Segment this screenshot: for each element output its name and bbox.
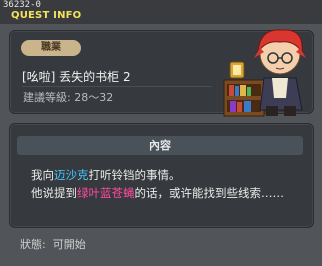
window-title: QUEST INFO — [11, 10, 82, 21]
summary-divider — [22, 86, 212, 87]
status-value: 可開始 — [52, 238, 86, 251]
quest-id: 36232-0 — [3, 0, 41, 10]
desc-text: 打听铃铛的事情。 — [88, 168, 181, 182]
quest-recommended-level: 建議等級: 28～32 — [23, 91, 114, 104]
quest-status: 狀態: 可開始 — [20, 238, 86, 251]
content-section-header: 內容 — [17, 136, 303, 155]
monster-name-highlight[interactable]: 绿叶蓝苍蝇 — [77, 186, 135, 200]
quest-name: [吆啦] 丢失的书柜 2 — [22, 70, 131, 84]
desc-text: 的话，或许能找到些线索…… — [134, 186, 285, 200]
desc-text: 我向 — [31, 168, 54, 182]
status-label: 狀態: — [20, 238, 46, 251]
npc-character-portrait — [223, 29, 306, 117]
npc-name-highlight[interactable]: 迈沙克 — [54, 168, 89, 182]
quest-info-window: 36232-0 QUEST INFO 職業 [吆啦] 丢失的书柜 2 建議等級:… — [0, 0, 322, 266]
quest-category-badge: 職業 — [21, 40, 81, 56]
quest-description-line-1: 我向迈沙克打听铃铛的事情。 — [31, 168, 181, 182]
desc-text: 他说提到 — [31, 186, 77, 200]
quest-description-line-2: 他说提到绿叶蓝苍蝇的话，或许能找到些线索…… — [31, 186, 284, 200]
